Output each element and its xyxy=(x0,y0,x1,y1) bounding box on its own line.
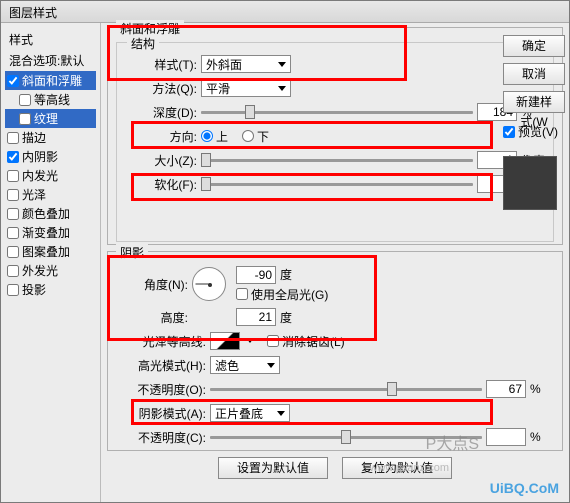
texture-checkbox[interactable] xyxy=(19,113,31,125)
sidebar-item-label: 描边 xyxy=(22,129,46,146)
bevel-checkbox[interactable] xyxy=(7,75,19,87)
technique-label: 方法(Q): xyxy=(125,80,197,97)
blend-options[interactable]: 混合选项:默认 xyxy=(5,50,96,71)
angle-unit: 度 xyxy=(280,266,304,283)
altitude-label: 高度: xyxy=(116,309,188,326)
technique-select[interactable]: 平滑 xyxy=(201,79,291,97)
global-light-check[interactable]: 使用全局光(G) xyxy=(236,286,328,303)
size-slider[interactable] xyxy=(201,152,473,168)
sidebar-item-label: 图案叠加 xyxy=(22,243,70,260)
sidebar-item-color-overlay[interactable]: 颜色叠加 xyxy=(5,204,96,223)
bevel-emboss-group: 斜面和浮雕 结构 样式(T): 外斜面 方法(Q): 平滑 深度(D): % xyxy=(107,27,563,245)
sidebar-item-label: 光泽 xyxy=(22,186,46,203)
soften-label: 软化(F): xyxy=(125,176,197,193)
altitude-input[interactable] xyxy=(236,308,276,326)
select-value: 平滑 xyxy=(206,80,230,97)
highlight-opacity-label: 不透明度(O): xyxy=(116,381,206,398)
sidebar-item-label: 内发光 xyxy=(22,167,58,184)
chevron-down-icon xyxy=(278,86,286,91)
titlebar: 图层样式 xyxy=(1,1,569,23)
structure-legend: 结构 xyxy=(127,35,159,52)
outer-glow-checkbox[interactable] xyxy=(7,265,19,277)
preview-check[interactable]: 预览(V) xyxy=(503,123,565,140)
sidebar-item-gradient-overlay[interactable]: 渐变叠加 xyxy=(5,223,96,242)
right-column: 确定 取消 新建样式(W 预览(V) xyxy=(499,29,569,216)
cancel-button[interactable]: 取消 xyxy=(503,63,565,85)
sidebar-item-label: 投影 xyxy=(22,281,46,298)
shadow-opacity-input[interactable] xyxy=(486,428,526,446)
layer-style-dialog: 图层样式 样式 混合选项:默认 斜面和浮雕 等高线 纹理 描边 内阴影 内发光 … xyxy=(0,0,570,503)
shadow-mode-select[interactable]: 正片叠底 xyxy=(210,404,290,422)
shading-legend: 阴影 xyxy=(116,244,148,261)
watermark-text: www.psanz.com xyxy=(370,462,449,474)
preview-swatch xyxy=(503,156,557,210)
shadow-opacity-label: 不透明度(C): xyxy=(116,429,206,446)
altitude-unit: 度 xyxy=(280,309,304,326)
chevron-down-icon[interactable] xyxy=(247,339,253,343)
chevron-down-icon xyxy=(278,62,286,67)
direction-label: 方向: xyxy=(125,128,197,145)
sidebar-item-label: 斜面和浮雕 xyxy=(22,72,82,89)
anti-alias-check[interactable]: 消除锯齿(L) xyxy=(267,333,345,350)
contour-checkbox[interactable] xyxy=(19,94,31,106)
sidebar-item-satin[interactable]: 光泽 xyxy=(5,185,96,204)
direction-down[interactable]: 下 xyxy=(242,128,269,145)
stroke-checkbox[interactable] xyxy=(7,132,19,144)
chevron-down-icon xyxy=(267,363,275,368)
angle-input[interactable] xyxy=(236,266,276,284)
sidebar-item-bevel[interactable]: 斜面和浮雕 xyxy=(5,71,96,90)
sidebar-item-pattern-overlay[interactable]: 图案叠加 xyxy=(5,242,96,261)
sidebar-item-label: 颜色叠加 xyxy=(22,205,70,222)
select-value: 正片叠底 xyxy=(215,405,263,422)
size-label: 大小(Z): xyxy=(125,152,197,169)
pattern-overlay-checkbox[interactable] xyxy=(7,246,19,258)
style-select[interactable]: 外斜面 xyxy=(201,55,291,73)
depth-slider[interactable] xyxy=(201,104,473,120)
color-overlay-checkbox[interactable] xyxy=(7,208,19,220)
sidebar-item-outer-glow[interactable]: 外发光 xyxy=(5,261,96,280)
new-style-button[interactable]: 新建样式(W xyxy=(503,91,565,113)
satin-checkbox[interactable] xyxy=(7,189,19,201)
highlight-opacity-input[interactable] xyxy=(486,380,526,398)
style-label: 样式(T): xyxy=(125,56,197,73)
sidebar-header: 样式 xyxy=(5,29,96,50)
sidebar-item-texture[interactable]: 纹理 xyxy=(5,109,96,128)
ok-button[interactable]: 确定 xyxy=(503,35,565,57)
structure-subgroup: 结构 样式(T): 外斜面 方法(Q): 平滑 深度(D): % xyxy=(116,42,554,242)
direction-up[interactable]: 上 xyxy=(201,128,228,145)
make-default-button[interactable]: 设置为默认值 xyxy=(218,457,328,479)
sidebar-item-drop-shadow[interactable]: 投影 xyxy=(5,280,96,299)
window-title: 图层样式 xyxy=(9,6,57,20)
sidebar-item-label: 等高线 xyxy=(34,91,70,108)
sidebar-item-contour[interactable]: 等高线 xyxy=(5,90,96,109)
inner-shadow-checkbox[interactable] xyxy=(7,151,19,163)
highlight-mode-select[interactable]: 滤色 xyxy=(210,356,280,374)
inner-glow-checkbox[interactable] xyxy=(7,170,19,182)
sidebar-item-label: 渐变叠加 xyxy=(22,224,70,241)
sidebar-item-inner-glow[interactable]: 内发光 xyxy=(5,166,96,185)
sidebar-item-stroke[interactable]: 描边 xyxy=(5,128,96,147)
shadow-mode-label: 阴影模式(A): xyxy=(116,405,206,422)
watermark-text: UiBQ.CoM xyxy=(490,480,559,496)
sidebar-item-inner-shadow[interactable]: 内阴影 xyxy=(5,147,96,166)
sidebar-item-label: 外发光 xyxy=(22,262,58,279)
sidebar-item-label: 纹理 xyxy=(34,110,58,127)
gloss-contour-label: 光泽等高线: xyxy=(116,333,206,350)
watermark-text: P大点S xyxy=(426,430,479,454)
angle-label: 角度(N): xyxy=(116,276,188,293)
chevron-down-icon xyxy=(277,411,285,416)
gloss-contour-swatch[interactable] xyxy=(210,332,240,350)
highlight-mode-label: 高光模式(H): xyxy=(116,357,206,374)
angle-dial[interactable] xyxy=(192,267,226,301)
drop-shadow-checkbox[interactable] xyxy=(7,284,19,296)
highlight-opacity-slider[interactable] xyxy=(210,381,482,397)
depth-label: 深度(D): xyxy=(125,104,197,121)
gradient-overlay-checkbox[interactable] xyxy=(7,227,19,239)
soften-slider[interactable] xyxy=(201,176,473,192)
sidebar-item-label: 内阴影 xyxy=(22,148,58,165)
select-value: 滤色 xyxy=(215,357,239,374)
shading-group: 阴影 角度(N): 度 使用全局光(G) 高度: 度 光泽等高线: xyxy=(107,251,563,451)
sidebar: 样式 混合选项:默认 斜面和浮雕 等高线 纹理 描边 内阴影 内发光 光泽 颜色… xyxy=(1,23,101,502)
select-value: 外斜面 xyxy=(206,56,242,73)
